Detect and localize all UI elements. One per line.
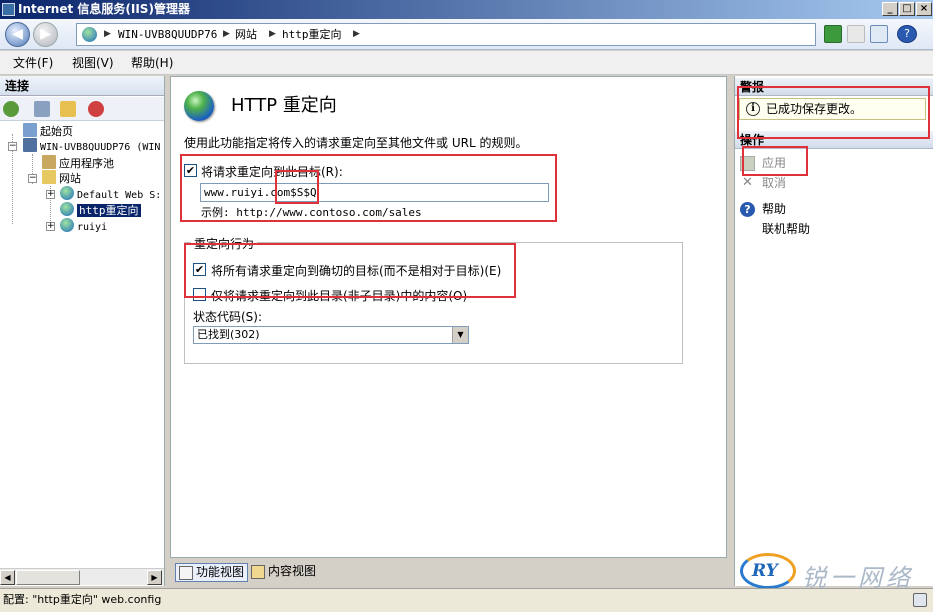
scroll-right-button[interactable]: ▶: [147, 570, 162, 585]
expander-sites[interactable]: −: [28, 174, 37, 183]
view-tabs: 功能视图 内容视图: [170, 560, 730, 585]
address-bar[interactable]: ▶ WIN-UVB8QUUDP76 ▶ 网站 ▶ http重定向 ▶: [76, 23, 816, 46]
breadcrumb-sites[interactable]: 网站: [235, 24, 257, 45]
menu-help[interactable]: 帮助(H): [131, 51, 173, 75]
breadcrumb-server[interactable]: WIN-UVB8QUUDP76: [118, 24, 217, 45]
home-icon[interactable]: [870, 25, 888, 43]
iis-app-icon: [2, 3, 15, 16]
help-icon[interactable]: ?: [897, 25, 917, 43]
only-this-directory-checkbox[interactable]: [193, 288, 206, 301]
scroll-thumb[interactable]: [16, 570, 80, 585]
cancel-action[interactable]: 取消: [762, 174, 786, 192]
app-pools-icon: [42, 155, 56, 169]
redirect-to-destination-label: 将请求重定向到此目标(R):: [201, 165, 343, 179]
maximize-button[interactable]: □: [899, 2, 915, 16]
page-title: HTTP 重定向: [231, 95, 337, 116]
up-folder-icon[interactable]: [60, 101, 76, 117]
start-page-icon: [23, 123, 37, 137]
title-bar: Internet 信息服务(IIS)管理器 _ □ ×: [0, 0, 933, 19]
disconnect-icon[interactable]: [88, 101, 104, 117]
expander-server[interactable]: −: [8, 142, 17, 151]
status-code-value: 已找到(302): [197, 328, 260, 341]
actions-panel: 警报 i 已成功保存更改。 操作 应用 ✕ 取消 ? 帮助 联机帮助: [734, 76, 933, 586]
dropdown-arrow-icon[interactable]: ▼: [452, 327, 468, 343]
server-icon: [23, 138, 37, 152]
connect-icon[interactable]: [3, 101, 19, 117]
minimize-button[interactable]: _: [882, 2, 898, 16]
breadcrumb-separator: ▶: [269, 29, 276, 39]
save-icon[interactable]: [34, 101, 50, 117]
connections-panel: 连接 起始页 − WIN-UVB8QUUDP76 (WIN 应用程序池 − 网站…: [0, 76, 165, 586]
help-icon: ?: [740, 202, 755, 217]
tab-features-view[interactable]: 功能视图: [175, 563, 249, 582]
breadcrumb-separator: ▶: [353, 29, 360, 39]
breadcrumb-separator: ▶: [223, 29, 230, 39]
back-button[interactable]: ◀: [5, 22, 30, 47]
redirect-behavior-title: 重定向行为: [191, 235, 258, 252]
actions-header: 操作: [735, 131, 933, 149]
only-this-directory-label: 仅将请求重定向到此目录(非子目录)中的内容(O): [211, 289, 468, 303]
tree-node-ruiyi[interactable]: ruiyi: [60, 218, 107, 234]
content-view-icon: [251, 565, 265, 579]
help-action[interactable]: 帮助: [762, 200, 786, 218]
tree-node-default-site[interactable]: Default Web S:: [60, 186, 161, 202]
menu-file[interactable]: 文件(F): [13, 51, 53, 75]
apply-icon: [740, 156, 755, 171]
network-status-icon: [913, 593, 927, 607]
features-view-icon: [179, 566, 193, 580]
cancel-icon: ✕: [742, 175, 753, 190]
globe-icon: [60, 186, 74, 200]
status-code-select[interactable]: 已找到(302) ▼: [193, 326, 469, 344]
tree-node-start-page[interactable]: 起始页: [23, 123, 73, 139]
info-icon: i: [746, 102, 760, 116]
tree-node-app-pools[interactable]: 应用程序池: [42, 155, 114, 171]
http-redirect-feature-panel: HTTP 重定向 使用此功能指定将传入的请求重定向至其他文件或 URL 的规则。…: [170, 76, 727, 558]
apply-action[interactable]: 应用: [762, 154, 786, 172]
example-text: 示例: http://www.contoso.com/sales: [201, 206, 422, 219]
sites-folder-icon: [42, 170, 56, 184]
refresh-icon[interactable]: [824, 25, 842, 43]
globe-icon: [82, 27, 97, 42]
menu-bar: 文件(F) 视图(V) 帮助(H): [0, 51, 933, 75]
breadcrumb-http-redirect[interactable]: http重定向: [282, 24, 342, 45]
forward-button[interactable]: ▶: [33, 22, 58, 47]
stop-icon[interactable]: [847, 25, 865, 43]
alert-message: i 已成功保存更改。: [739, 98, 926, 120]
horizontal-scrollbar[interactable]: ◀ ▶: [0, 568, 164, 585]
http-redirect-globe-icon: [184, 91, 214, 121]
status-bar: 配置: "http重定向" web.config: [0, 588, 933, 612]
expander-default-site[interactable]: +: [46, 190, 55, 199]
globe-icon: [60, 202, 74, 216]
tab-content-view[interactable]: 内容视图: [248, 563, 319, 582]
status-code-label: 状态代码(S):: [193, 310, 263, 324]
logo-mark: RY: [752, 561, 778, 581]
exact-destination-checkbox[interactable]: ✔: [193, 263, 206, 276]
window-title: Internet 信息服务(IIS)管理器: [18, 2, 190, 16]
redirect-target-input[interactable]: www.ruiyi.com$S$Q: [200, 183, 549, 202]
close-button[interactable]: ×: [916, 2, 932, 16]
tree-node-http-redirect[interactable]: http重定向: [60, 202, 141, 218]
exact-destination-label: 将所有请求重定向到确切的目标(而不是相对于目标)(E): [211, 264, 502, 278]
navigation-bar: ◀ ▶ ▶ WIN-UVB8QUUDP76 ▶ 网站 ▶ http重定向 ▶ ?: [0, 19, 933, 50]
tree-node-server[interactable]: WIN-UVB8QUUDP76 (WIN: [23, 138, 160, 154]
feature-description: 使用此功能指定将传入的请求重定向至其他文件或 URL 的规则。: [184, 136, 528, 150]
expander-ruiyi[interactable]: +: [46, 222, 55, 231]
connections-header: 连接: [0, 76, 164, 96]
alerts-header: 警报: [735, 78, 933, 96]
online-help-action[interactable]: 联机帮助: [762, 220, 810, 238]
breadcrumb-separator: ▶: [104, 29, 111, 39]
watermark-logo: RY 锐一网络: [740, 551, 930, 592]
globe-icon: [60, 218, 74, 232]
menu-view[interactable]: 视图(V): [72, 51, 114, 75]
redirect-to-destination-checkbox[interactable]: ✔: [184, 164, 197, 177]
tree-node-sites[interactable]: 网站: [42, 170, 81, 186]
scroll-left-button[interactable]: ◀: [0, 570, 15, 585]
connections-toolbar: [0, 97, 164, 121]
status-text: 配置: "http重定向" web.config: [3, 593, 162, 606]
